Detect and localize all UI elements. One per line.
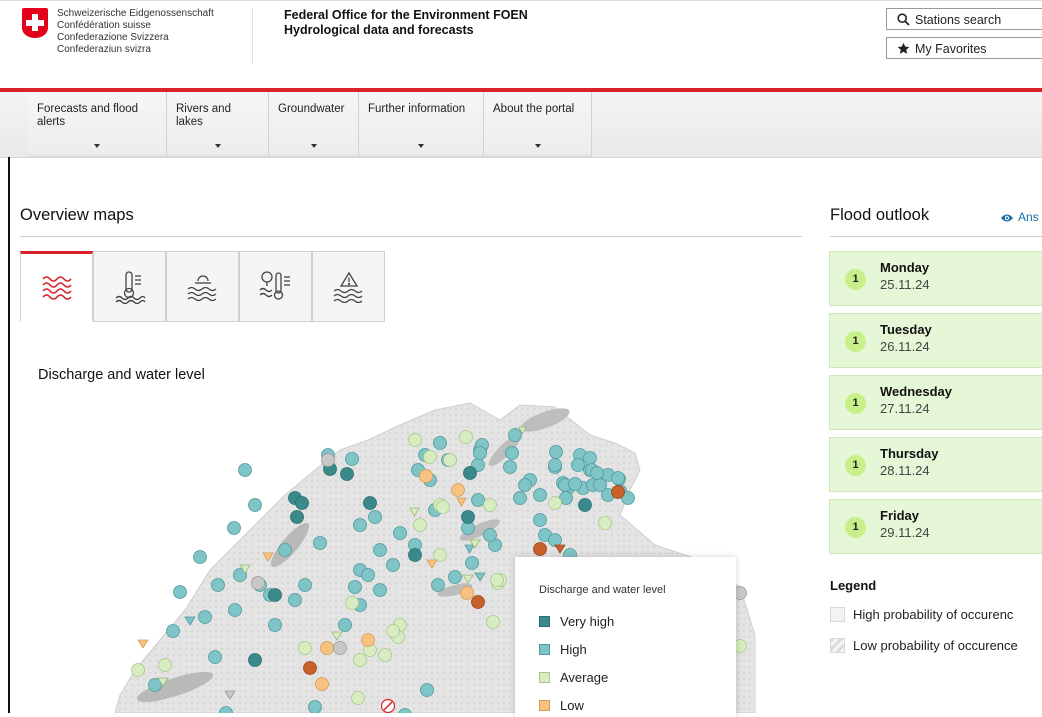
legend-label: Very high xyxy=(560,614,615,629)
tab-groundwater-temperature[interactable] xyxy=(239,251,312,322)
legend-item-high: High xyxy=(539,642,587,658)
legend-label: Average xyxy=(560,670,609,685)
office-name: Federal Office for the Environment FOEN xyxy=(284,8,528,22)
danger-level-badge: 1 xyxy=(845,517,866,538)
waves-icon xyxy=(41,275,72,300)
map-legend-title: Discharge and water level xyxy=(539,584,666,596)
nav-item-rivers-lakes[interactable]: Rivers and lakes xyxy=(167,92,269,157)
color-swatch xyxy=(539,672,550,683)
caret-down-icon xyxy=(94,144,100,148)
day-date: 25.11.24 xyxy=(880,277,930,292)
portal-name: Hydrological data and forecasts xyxy=(284,23,474,37)
section-divider xyxy=(20,236,802,237)
color-swatch xyxy=(539,644,550,655)
flood-day-card[interactable]: 1 Friday 29.11.24 xyxy=(829,499,1042,554)
caret-down-icon xyxy=(310,144,317,148)
day-date: 27.11.24 xyxy=(880,401,930,416)
legend-label: High xyxy=(560,642,587,657)
stations-search-label: Stations search xyxy=(915,13,1002,27)
caret-down-icon xyxy=(534,144,541,148)
eye-icon xyxy=(1001,214,1013,222)
map-legend-panel: Discharge and water level Very high High… xyxy=(515,557,736,717)
groundwater-temperature-icon xyxy=(259,270,290,300)
caret-down-icon xyxy=(214,144,221,148)
flood-day-card[interactable]: 1 Wednesday 27.11.24 xyxy=(829,375,1042,430)
tab-water-temperature[interactable] xyxy=(93,251,166,322)
flood-legend-title: Legend xyxy=(830,578,877,593)
tab-lake-level[interactable] xyxy=(166,251,239,322)
confederation-name: Schweizerische Eidgenossenschaft xyxy=(57,8,214,19)
overview-maps-title: Overview maps xyxy=(20,206,134,224)
nav-item-forecasts[interactable]: Forecasts and flood alerts xyxy=(28,92,167,157)
flood-warning-icon xyxy=(333,271,362,303)
hatched-swatch xyxy=(830,638,845,653)
legend-low-probability: Low probability of occurence xyxy=(830,638,1018,653)
search-icon xyxy=(897,13,910,26)
nav-item-label: Groundwater xyxy=(278,103,345,115)
office-title: Federal Office for the Environment FOEN … xyxy=(284,8,528,38)
legend-item-low: Low xyxy=(539,698,584,714)
header-divider xyxy=(252,8,253,64)
my-favorites-button[interactable]: My Favorites xyxy=(886,37,1042,59)
caret-down-icon xyxy=(418,144,424,148)
my-favorites-label: My Favorites xyxy=(915,42,987,56)
legend-label: Low probability of occurence xyxy=(853,638,1018,653)
main-navigation: Forecasts and flood alerts Rivers and la… xyxy=(0,92,1042,158)
star-icon xyxy=(897,42,910,54)
legend-item-very-high: Very high xyxy=(539,614,614,630)
legend-item-average: Average xyxy=(539,670,608,686)
water-temperature-icon xyxy=(115,270,146,304)
nav-item-label: About the portal xyxy=(493,103,575,115)
flood-day-card[interactable]: 1 Tuesday 26.11.24 xyxy=(829,313,1042,368)
swiss-cross-icon xyxy=(22,8,48,38)
nav-item-label: Rivers and lakes xyxy=(176,103,231,128)
day-name: Thursday xyxy=(880,446,939,461)
day-name: Tuesday xyxy=(880,322,932,337)
viewport-edge xyxy=(8,157,10,713)
flood-day-card[interactable]: 1 Monday 25.11.24 xyxy=(829,251,1042,306)
danger-level-badge: 1 xyxy=(845,269,866,290)
nav-item-label: Further information xyxy=(368,103,466,115)
day-name: Friday xyxy=(880,508,920,523)
header-top-rule xyxy=(0,0,1042,1)
lake-level-icon xyxy=(187,274,216,301)
confederation-name: Confederaziun svizra xyxy=(57,44,151,55)
color-swatch xyxy=(539,616,550,627)
map-title: Discharge and water level xyxy=(38,367,205,383)
site-header: Schweizerische Eidgenossenschaft Confédé… xyxy=(0,0,1042,90)
danger-level-badge: 1 xyxy=(845,455,866,476)
danger-level-badge: 1 xyxy=(845,393,866,414)
legend-label: Low xyxy=(560,698,584,713)
confederation-name: Confédération suisse xyxy=(57,20,151,31)
day-date: 26.11.24 xyxy=(880,339,930,354)
danger-level-badge: 1 xyxy=(845,331,866,352)
nav-item-label: Forecasts and flood alerts xyxy=(37,103,139,128)
stations-search-button[interactable]: Stations search xyxy=(886,8,1042,30)
section-divider xyxy=(830,236,1042,237)
day-date: 29.11.24 xyxy=(880,525,930,540)
tab-discharge-water-level[interactable] xyxy=(20,251,93,322)
flood-day-card[interactable]: 1 Thursday 28.11.24 xyxy=(829,437,1042,492)
flood-outlook-title: Flood outlook xyxy=(830,206,930,224)
nav-item-groundwater[interactable]: Groundwater xyxy=(269,92,359,157)
plain-swatch xyxy=(830,607,845,622)
day-name: Wednesday xyxy=(880,384,953,399)
color-swatch xyxy=(539,700,550,711)
federal-logo[interactable]: Schweizerische Eidgenossenschaft Confédé… xyxy=(22,8,252,68)
station-out-of-service-icon xyxy=(380,698,396,713)
nav-item-about-portal[interactable]: About the portal xyxy=(484,92,592,157)
legend-label: High probability of occurenc xyxy=(853,607,1014,622)
nav-item-further-information[interactable]: Further information xyxy=(359,92,484,157)
flood-outlook-view-link[interactable]: Ans xyxy=(1000,210,1039,224)
day-date: 28.11.24 xyxy=(880,463,930,478)
day-name: Monday xyxy=(880,260,930,275)
confederation-names: Schweizerische Eidgenossenschaft Confédé… xyxy=(57,8,214,56)
legend-high-probability: High probability of occurenc xyxy=(830,607,1013,622)
confederation-name: Confederazione Svizzera xyxy=(57,32,169,43)
tab-flood-warnings[interactable] xyxy=(312,251,385,322)
view-link-label: Ans xyxy=(1018,210,1039,224)
